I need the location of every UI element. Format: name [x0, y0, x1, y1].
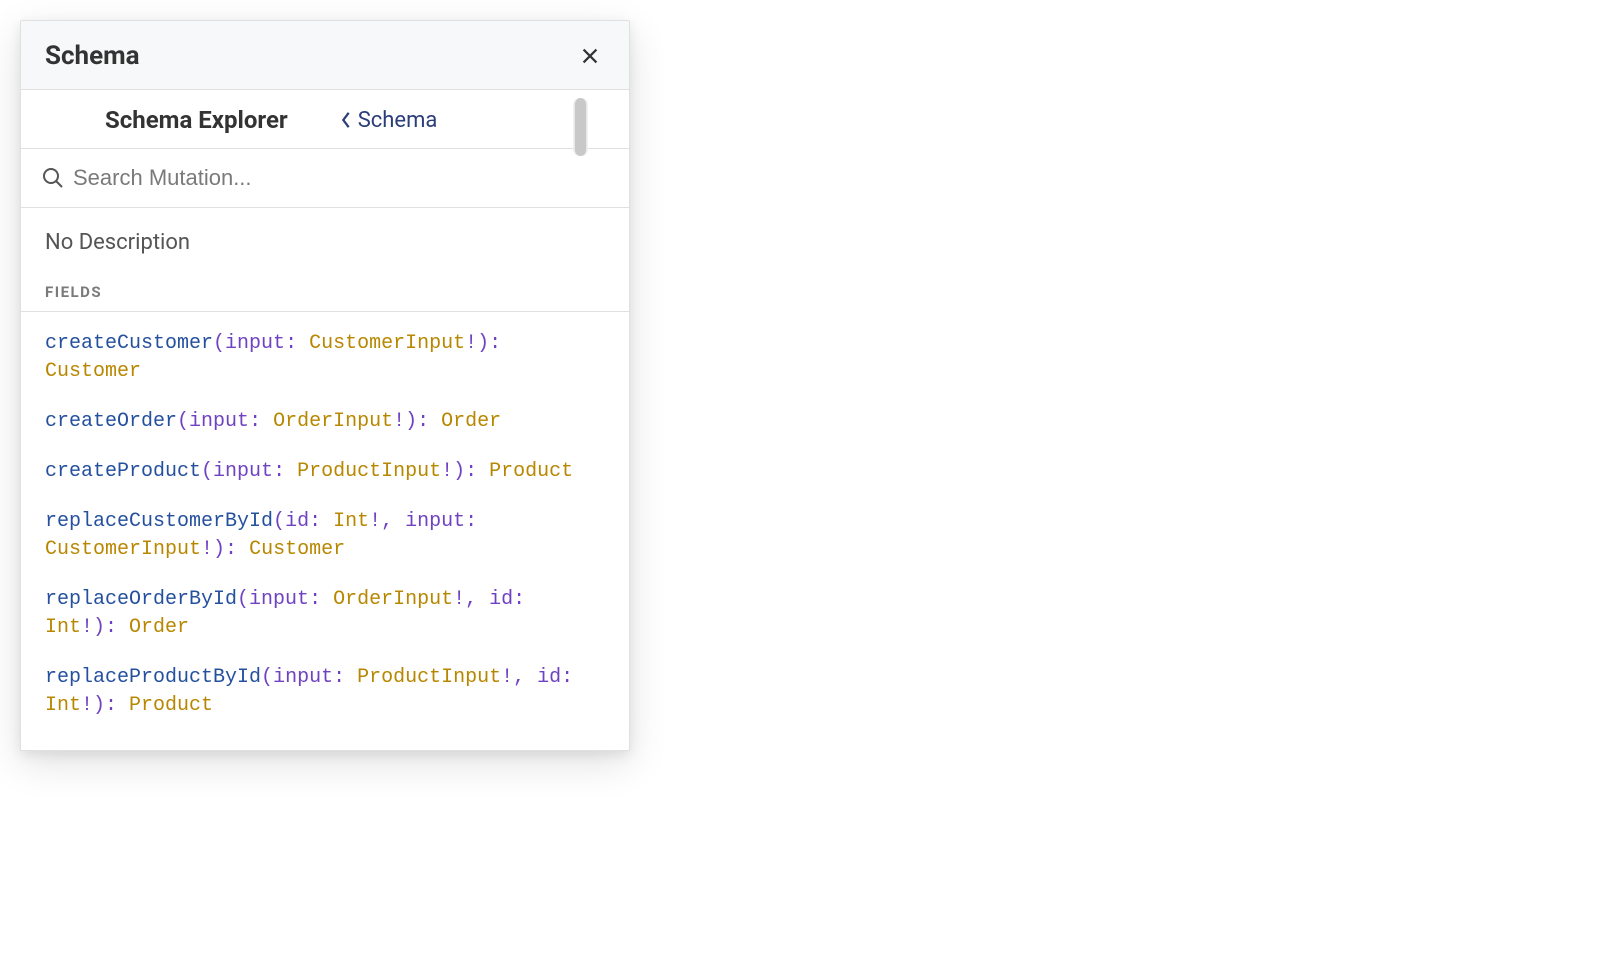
colon: :: [513, 588, 525, 611]
colon: :: [561, 666, 573, 689]
field-row[interactable]: createProduct(input: ProductInput!): Pro…: [45, 458, 605, 486]
return-type: Order: [129, 616, 189, 639]
comma: ,: [513, 666, 537, 689]
explorer-bar: Schema Explorer Schema: [21, 90, 629, 149]
arg-type: ProductInput: [297, 460, 441, 483]
scrollbar-thumb[interactable]: [574, 98, 587, 156]
paren-open: (: [201, 460, 213, 483]
field-row[interactable]: createCustomer(input: CustomerInput!): C…: [45, 330, 605, 386]
close-button[interactable]: [575, 41, 605, 71]
breadcrumb-label: Schema: [358, 108, 438, 133]
required-bang: !: [441, 460, 453, 483]
explorer-title: Schema Explorer: [105, 106, 288, 134]
colon: :: [309, 588, 333, 611]
type-description: No Description: [21, 208, 629, 283]
arg-type: CustomerInput: [309, 332, 465, 355]
colon: :: [465, 510, 477, 533]
arg-name: id: [537, 666, 561, 689]
arg-name: id: [489, 588, 513, 611]
arg-type: Int: [45, 694, 81, 717]
search-input[interactable]: [73, 159, 609, 197]
field-name: replaceCustomerById: [45, 510, 273, 533]
chevron-left-icon: [340, 111, 352, 129]
paren-open: (: [213, 332, 225, 355]
field-name: createProduct: [45, 460, 201, 483]
arg-type: CustomerInput: [45, 538, 201, 561]
arg-name: input: [273, 666, 333, 689]
colon: :: [309, 510, 333, 533]
arg-type: OrderInput: [333, 588, 453, 611]
required-bang: !: [465, 332, 477, 355]
close-icon: [579, 45, 601, 67]
field-row[interactable]: createOrder(input: OrderInput!): Order: [45, 408, 605, 436]
arg-type: ProductInput: [357, 666, 501, 689]
field-row[interactable]: replaceOrderById(input: OrderInput!, id:…: [45, 586, 605, 642]
comma: ,: [465, 588, 489, 611]
breadcrumb-back-link[interactable]: Schema: [340, 108, 438, 133]
arg-type: Int: [45, 616, 81, 639]
panel-title: Schema: [45, 41, 140, 71]
arg-type: Int: [333, 510, 369, 533]
colon: :: [285, 332, 309, 355]
required-bang: !: [81, 616, 93, 639]
field-row[interactable]: replaceProductById(input: ProductInput!,…: [45, 664, 605, 720]
return-type: Customer: [45, 360, 141, 383]
fields-heading: FIELDS: [21, 283, 629, 312]
paren-close: ):: [453, 460, 489, 483]
schema-panel: Schema Schema Explorer Schema No Descrip…: [20, 20, 630, 751]
colon: :: [333, 666, 357, 689]
colon: :: [249, 410, 273, 433]
required-bang: !: [201, 538, 213, 561]
arg-name: input: [213, 460, 273, 483]
field-name: createCustomer: [45, 332, 213, 355]
arg-name: input: [249, 588, 309, 611]
fields-list: createCustomer(input: CustomerInput!): C…: [21, 312, 629, 750]
paren-close: ):: [213, 538, 249, 561]
required-bang: !: [81, 694, 93, 717]
return-type: Customer: [249, 538, 345, 561]
paren-close: ):: [93, 694, 129, 717]
paren-close: ):: [93, 616, 129, 639]
arg-name: id: [285, 510, 309, 533]
paren-close: ):: [477, 332, 501, 355]
arg-name: input: [405, 510, 465, 533]
search-row: [21, 149, 629, 208]
arg-type: OrderInput: [273, 410, 393, 433]
paren-open: (: [237, 588, 249, 611]
field-name: createOrder: [45, 410, 177, 433]
field-name: replaceProductById: [45, 666, 261, 689]
colon: :: [273, 460, 297, 483]
search-icon: [41, 166, 65, 190]
paren-close: ):: [405, 410, 441, 433]
paren-open: (: [177, 410, 189, 433]
required-bang: !: [393, 410, 405, 433]
return-type: Product: [489, 460, 573, 483]
arg-name: input: [189, 410, 249, 433]
required-bang: !: [501, 666, 513, 689]
required-bang: !: [369, 510, 381, 533]
comma: ,: [381, 510, 405, 533]
return-type: Order: [441, 410, 501, 433]
arg-name: input: [225, 332, 285, 355]
panel-header: Schema: [21, 21, 629, 90]
return-type: Product: [129, 694, 213, 717]
required-bang: !: [453, 588, 465, 611]
paren-open: (: [273, 510, 285, 533]
field-name: replaceOrderById: [45, 588, 237, 611]
paren-open: (: [261, 666, 273, 689]
field-row[interactable]: replaceCustomerById(id: Int!, input: Cus…: [45, 508, 605, 564]
